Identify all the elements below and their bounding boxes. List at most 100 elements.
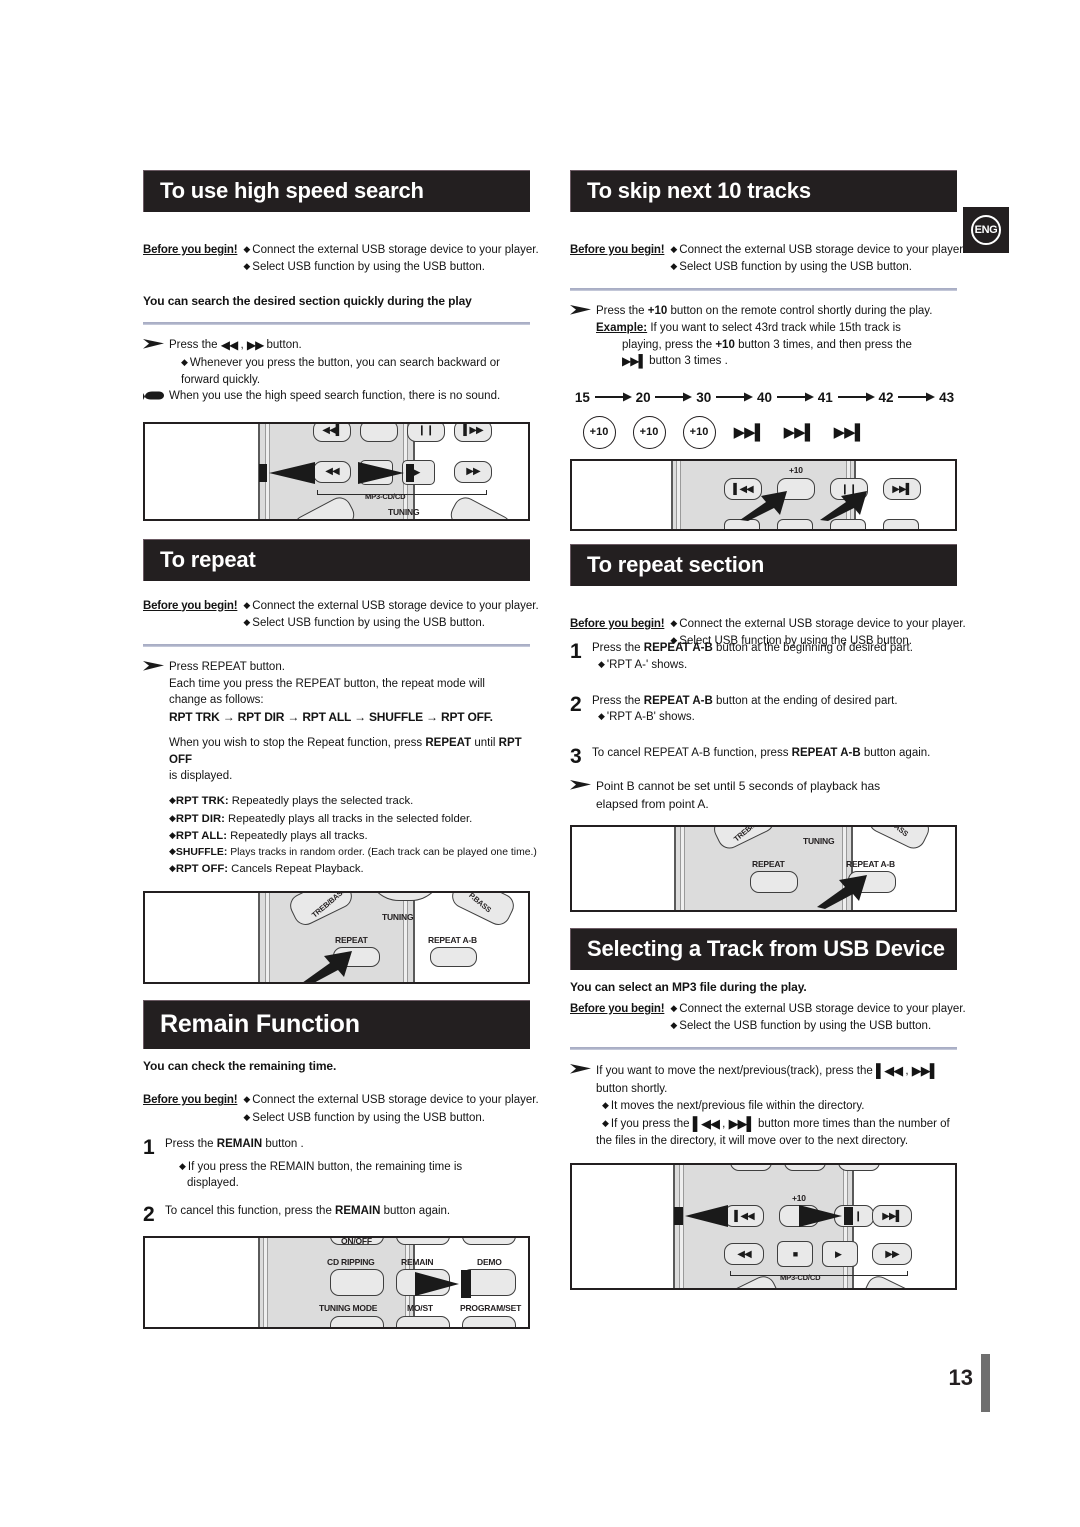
note-point-b: Point B cannot be set until 5 seconds of… — [570, 778, 957, 813]
program-set-button — [462, 1315, 516, 1327]
fast-forward-icon: ▶▶ — [466, 466, 480, 478]
demo-label: DEMO — [477, 1256, 502, 1267]
repeat-ab-button — [430, 946, 477, 967]
remote-image-repeat-ab: TREB/BASS P.BASS TUNING REPEAT REPEAT A-… — [570, 824, 957, 912]
before-you-begin: Before you begin! ◆ Connect the external … — [570, 1001, 966, 1036]
before-you-begin: Before you begin! ◆ Connect the external … — [143, 1092, 539, 1127]
top-button-3 — [462, 1237, 516, 1245]
language-badge-label: ENG — [971, 215, 1001, 245]
list-item: ◆RPT DIR: Repeatedly plays all tracks in… — [169, 812, 473, 825]
subhead-select-mp3: You can select an MP3 file during the pl… — [570, 979, 807, 994]
step-press-search: Press the ◀◀ , ▶▶ button. ◆ Whenever you … — [143, 337, 530, 388]
top-button-2 — [784, 1165, 826, 1172]
cd-ripping-button — [330, 1268, 384, 1296]
sequence-value: 43 — [939, 389, 955, 405]
arrowhead-icon — [143, 337, 169, 350]
note-no-sound: When you use the high speed search funct… — [143, 388, 530, 407]
arrow-icon — [836, 392, 876, 402]
repeat-mode-chain: RPT TRK → RPT DIR → RPT ALL → SHUFFLE → … — [169, 710, 493, 725]
most-label: MO/ST — [407, 1302, 433, 1313]
tuning-mode-button — [330, 1315, 384, 1327]
byb-line: ◆ Connect the external USB storage device… — [670, 1002, 966, 1015]
remote-image-repeat: TREB/BASS P.BASS ⌄ TUNING REPEAT REPEAT … — [143, 890, 530, 984]
play-icon: ▶ — [835, 1248, 842, 1259]
byb-line: ◆ Select USB function by using the USB bu… — [670, 261, 912, 274]
step-3-repeat-ab: 3 To cancel REPEAT A-B function, press R… — [570, 745, 931, 769]
top-button-2 — [396, 1237, 450, 1245]
remote-image-usb-track: +10 ▌◀◀ ❙❙ ▶▶▌ ◀◀ ■ ▶ ▶▶ MP3-CD/CD TUNIN… — [570, 1163, 957, 1291]
arrow-icon — [593, 392, 633, 402]
list-item: ◆SHUFFLE: Plays tracks in random order. … — [169, 845, 537, 858]
button-press-sequence: +10 +10 +10 ▶▶▌ ▶▶▌ ▶▶▌ — [570, 416, 957, 450]
repeat-stop-note: When you wish to stop the Repeat functio… — [169, 737, 522, 783]
tuning-mode-label: TUNING MODE — [319, 1302, 378, 1313]
most-button — [396, 1315, 450, 1327]
list-item: ◆RPT ALL: Repeatedly plays all tracks. — [169, 829, 368, 842]
skip-next-icon: ▶▶▌ — [783, 423, 816, 441]
page-edge-bar — [981, 1354, 990, 1412]
skip-next-icon: ▶▶▌ — [728, 1115, 756, 1131]
sequence-value: 42 — [878, 389, 894, 405]
arrow-icon — [653, 392, 693, 402]
skip-next-icon: ▌▶▶ — [463, 425, 483, 437]
skip-next-icon: ▶▶▌ — [733, 423, 766, 441]
list-item: ◆RPT OFF: Cancels Repeat Playback. — [169, 862, 364, 875]
selecting-track-body: You can select an MP3 file during the pl… — [570, 979, 966, 1150]
byb-line: ◆ Select USB function by using the USB bu… — [243, 1111, 485, 1124]
repeat-button — [750, 870, 798, 893]
arrowhead-icon — [143, 659, 169, 672]
pause-icon: ❙❙ — [417, 425, 435, 437]
chevron-down-icon: ⌄ — [385, 893, 425, 895]
step-number: 2 — [143, 1202, 155, 1226]
skip-next-icon: ▶▶▌ — [622, 354, 647, 369]
skip-next-icon: ▶▶▌ — [882, 1210, 902, 1222]
plus10-label: +10 — [789, 465, 803, 476]
step-press-repeat: Press REPEAT button. Each time you press… — [143, 659, 530, 726]
arrowhead-icon — [570, 303, 596, 316]
tuning-label: TUNING — [803, 835, 835, 846]
step-number: 1 — [570, 640, 582, 664]
repeat-label: REPEAT — [335, 934, 368, 945]
sequence-value: 40 — [757, 389, 773, 405]
callout-arrow-remain — [407, 1269, 473, 1298]
skip-next-icon: ▶▶▌ — [911, 1063, 939, 1079]
callout-arrow-next — [820, 491, 870, 522]
byb-line: ◆ Select USB function by using the USB bu… — [243, 261, 485, 274]
sequence-value: 20 — [635, 389, 651, 405]
step-2-repeat-ab: 2 Press the REPEAT A-B button at the end… — [570, 692, 898, 724]
remain-function-body: You can check the remaining time. Before… — [143, 1058, 539, 1226]
section-header-remain-function: Remain Function — [143, 999, 530, 1050]
step-1-repeat-ab: 1 Press the REPEAT A-B button at the beg… — [570, 640, 913, 672]
before-you-begin: Before you begin! ◆ Connect the external … — [143, 242, 539, 277]
pointing-hand-icon — [143, 388, 169, 407]
before-you-begin-label: Before you begin! — [143, 599, 238, 612]
arrow-icon — [896, 392, 936, 402]
track-sequence-diagram: 15 20 30 40 41 42 43 — [570, 388, 957, 407]
right-pointer-wedge — [795, 1205, 853, 1232]
before-you-begin-label: Before you begin! — [570, 1002, 665, 1015]
byb-line: ◆ Connect the external USB storage device… — [243, 243, 539, 256]
sequence-value: 15 — [574, 389, 590, 405]
arrow-icon — [775, 392, 815, 402]
skip-prev-icon: ◀◀▌ — [322, 425, 342, 437]
divider — [570, 1047, 957, 1051]
onoff-label: ON/OFF — [341, 1235, 372, 1246]
tuning-label: TUNING — [388, 506, 420, 517]
skip-next-icon: ▶▶▌ — [833, 423, 866, 441]
skip-prev-icon: ▌◀◀ — [875, 1063, 903, 1079]
subhead-remain: You can check the remaining time. — [143, 1059, 337, 1074]
plus10-label: +10 — [792, 1193, 806, 1204]
step-press-plus10: Press the +10 button on the remote contr… — [570, 303, 957, 370]
repeat-ab-label: REPEAT A-B — [846, 858, 896, 869]
high-speed-search-body: Before you begin! ◆ Connect the external … — [143, 242, 539, 408]
mp3-cd-label: MP3-CD/CD — [365, 491, 406, 501]
eq-button — [446, 492, 516, 519]
right-pointer-wedge — [354, 461, 414, 489]
before-you-begin: Before you begin! ◆ Connect the external … — [143, 598, 539, 633]
rewind-icon: ◀◀ — [737, 1248, 751, 1260]
language-badge: ENG — [963, 207, 1009, 253]
before-you-begin-label: Before you begin! — [570, 243, 665, 256]
step-number: 1 — [143, 1135, 155, 1159]
skip-10-body: Before you begin! ◆ Connect the external … — [570, 242, 966, 450]
left-pointer-wedge — [674, 1205, 732, 1232]
